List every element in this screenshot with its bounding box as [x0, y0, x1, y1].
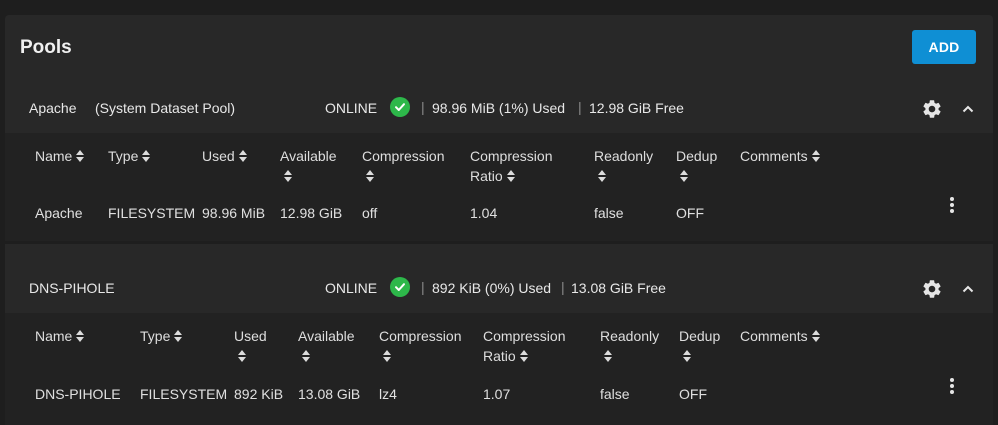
separator: | [561, 279, 565, 295]
sort-icon [174, 327, 183, 347]
pool-status: ONLINE [325, 100, 378, 116]
column-header-name[interactable]: Name [35, 146, 85, 167]
column-header-available[interactable]: Available [280, 146, 337, 187]
check-circle-icon [390, 277, 410, 297]
separator: | [421, 279, 425, 295]
pool-header[interactable]: Apache (System Dataset Pool) ONLINE | 98… [5, 83, 993, 133]
more-vert-icon[interactable] [942, 374, 962, 398]
cell-used: 892 KiB [234, 386, 284, 402]
cell-available: 13.08 GiB [298, 386, 361, 402]
cell-ratio: 1.04 [470, 205, 498, 221]
cell-type: FILESYSTEM [140, 386, 228, 402]
pool-table: Name Type Used Available Compression Com… [5, 313, 993, 425]
separator: | [578, 99, 582, 115]
sort-icon [683, 347, 691, 367]
column-header-comments[interactable]: Comments [740, 146, 820, 167]
pool-name: Apache [29, 100, 77, 116]
pool-status: ONLINE [325, 280, 378, 296]
column-header-used[interactable]: Used [234, 326, 267, 367]
sort-icon [76, 147, 85, 167]
pool-free: 12.98 GiB Free [589, 100, 684, 116]
column-header-name[interactable]: Name [35, 326, 85, 347]
cell-ratio: 1.07 [483, 386, 511, 402]
cell-name: Apache [35, 205, 83, 221]
sort-icon [238, 347, 246, 367]
column-header-compression[interactable]: Compression [379, 326, 461, 367]
pool-apache: Apache (System Dataset Pool) ONLINE | 98… [5, 83, 993, 241]
column-header-readonly[interactable]: Readonly [594, 146, 653, 187]
column-header-type[interactable]: Type [140, 326, 183, 347]
column-header-compression[interactable]: Compression [362, 146, 444, 187]
column-header-comments[interactable]: Comments [740, 326, 820, 347]
sort-icon [366, 167, 374, 187]
pool-table: Name Type Used Available Compression Com… [5, 133, 993, 241]
pool-header[interactable]: DNS-PIHOLE ONLINE | 892 KiB (0%) Used | … [5, 263, 993, 313]
pool-dns-pihole: DNS-PIHOLE ONLINE | 892 KiB (0%) Used | … [5, 263, 993, 425]
cell-dedup: OFF [679, 386, 707, 402]
pool-used: 98.96 MiB (1%) Used [432, 100, 566, 116]
sort-icon [76, 327, 85, 347]
cell-dedup: OFF [676, 205, 704, 221]
sort-icon [238, 147, 247, 167]
column-header-type[interactable]: Type [108, 146, 151, 167]
column-header-available[interactable]: Available [298, 326, 355, 367]
cell-compression: lz4 [379, 386, 397, 402]
gear-icon[interactable] [920, 278, 944, 300]
sort-icon [506, 167, 515, 187]
more-vert-icon[interactable] [942, 193, 962, 217]
column-header-used[interactable]: Used [202, 146, 247, 167]
gear-icon[interactable] [920, 98, 944, 120]
sort-icon [811, 327, 820, 347]
cell-name: DNS-PIHOLE [35, 386, 121, 402]
sort-icon [598, 167, 606, 187]
column-header-compression-ratio[interactable]: Compression Ratio [483, 326, 565, 367]
sort-icon [604, 347, 612, 367]
column-header-compression-ratio[interactable]: Compression Ratio [470, 146, 552, 187]
cell-type: FILESYSTEM [108, 205, 196, 221]
sort-icon [142, 147, 151, 167]
sort-icon [383, 347, 391, 367]
sort-icon [519, 347, 528, 367]
sort-icon [811, 147, 820, 167]
chevron-up-icon[interactable] [959, 280, 977, 298]
pool-used: 892 KiB (0%) Used [432, 280, 552, 296]
sort-icon [680, 167, 688, 187]
page-title: Pools [20, 37, 72, 58]
pool-name: DNS-PIHOLE [29, 280, 115, 296]
sort-icon [284, 167, 292, 187]
cell-compression: off [362, 205, 378, 221]
cell-readonly: false [600, 386, 630, 402]
column-header-dedup[interactable]: Dedup [679, 326, 720, 367]
pool-divider [5, 241, 993, 244]
pools-card: Pools ADD Apache (System Dataset Pool) O… [5, 15, 993, 425]
pool-subtitle: (System Dataset Pool) [95, 100, 236, 116]
cell-readonly: false [594, 205, 624, 221]
sort-icon [302, 347, 310, 367]
add-button[interactable]: ADD [912, 30, 976, 64]
pool-free: 13.08 GiB Free [571, 280, 666, 296]
cell-available: 12.98 GiB [280, 205, 343, 221]
chevron-up-icon[interactable] [959, 100, 977, 118]
column-header-dedup[interactable]: Dedup [676, 146, 717, 187]
check-circle-icon [390, 97, 410, 117]
column-header-readonly[interactable]: Readonly [600, 326, 659, 367]
separator: | [421, 99, 425, 115]
cell-used: 98.96 MiB [202, 205, 266, 221]
